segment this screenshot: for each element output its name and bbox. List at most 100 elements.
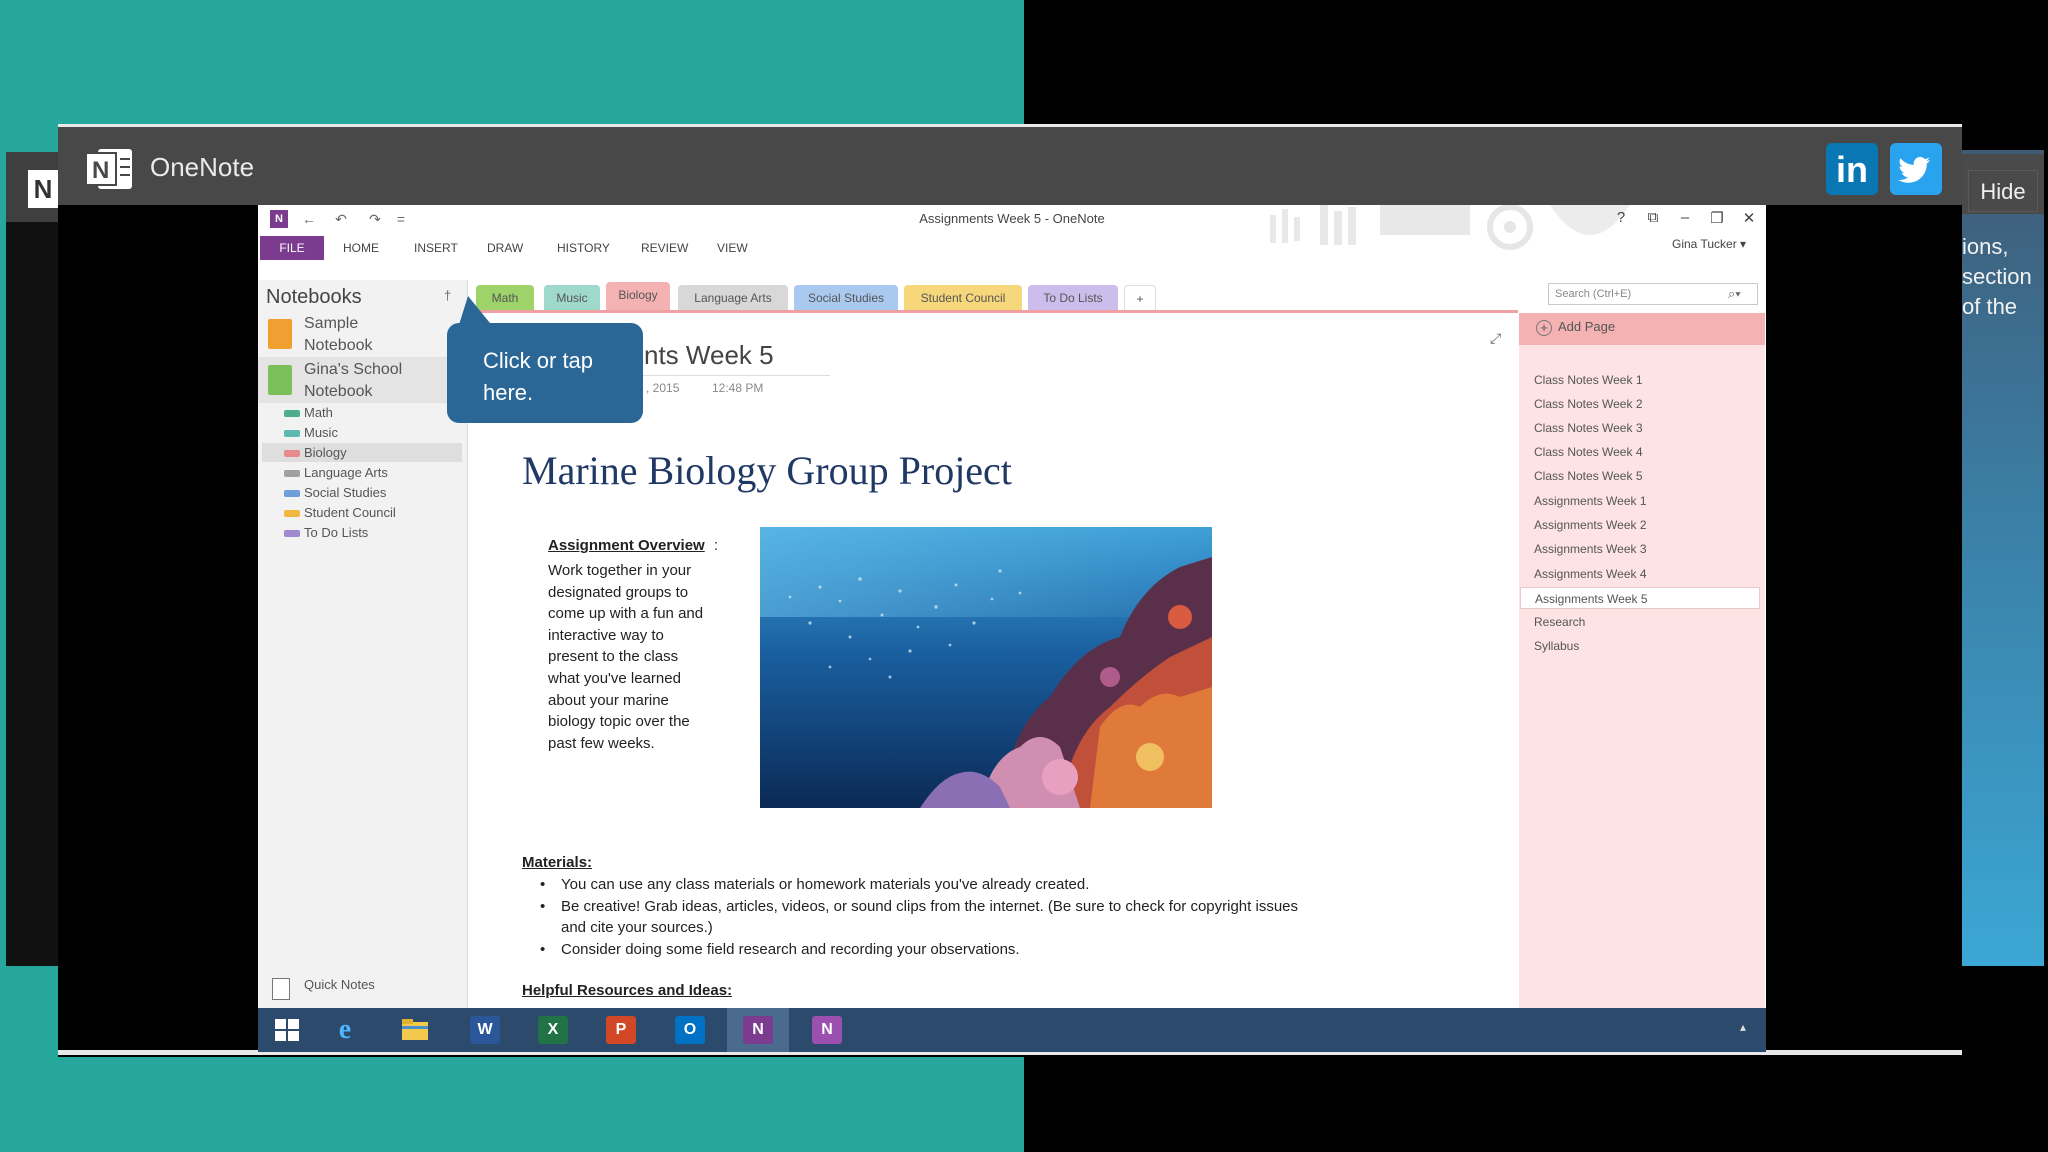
- help-icon[interactable]: ?: [1612, 209, 1630, 226]
- add-page-button[interactable]: Add Page: [1558, 319, 1615, 334]
- section-item-student-council[interactable]: Student Council: [262, 503, 462, 522]
- internet-explorer-icon[interactable]: e: [330, 1016, 360, 1044]
- tab-draw[interactable]: DRAW: [487, 236, 523, 260]
- tab-home[interactable]: HOME: [343, 236, 379, 260]
- section-tab-music[interactable]: Music: [544, 285, 600, 311]
- tab-review[interactable]: REVIEW: [641, 236, 688, 260]
- file-explorer-icon[interactable]: [400, 1016, 430, 1044]
- section-item-math[interactable]: Math: [262, 403, 462, 422]
- redo-icon[interactable]: ↷: [366, 210, 384, 228]
- backdrop-teal-bottom-strip: [0, 966, 58, 1057]
- overview-colon: :: [714, 537, 719, 554]
- section-item-language-arts[interactable]: Language Arts: [262, 463, 462, 482]
- undo-icon[interactable]: ↶: [332, 210, 350, 228]
- section-label: Math: [304, 405, 333, 420]
- notebook-label-line: Notebook: [304, 383, 373, 400]
- section-item-music[interactable]: Music: [262, 423, 462, 442]
- tab-file[interactable]: FILE: [260, 236, 324, 260]
- back-icon[interactable]: ←: [300, 210, 318, 228]
- hide-button[interactable]: Hide: [1968, 170, 2038, 212]
- overview-line: what you've learned: [548, 669, 681, 687]
- powerpoint-icon[interactable]: P: [606, 1016, 636, 1044]
- app-header: [58, 127, 1962, 205]
- twitter-button[interactable]: [1890, 143, 1942, 195]
- section-item-social-studies[interactable]: Social Studies: [262, 483, 462, 502]
- search-input[interactable]: Search (Ctrl+E): [1548, 283, 1758, 305]
- expand-icon[interactable]: ⤢: [1490, 330, 1501, 347]
- overview-line: present to the class: [548, 648, 679, 666]
- add-page-bar[interactable]: [1519, 313, 1765, 345]
- overview-line: about your marine: [548, 691, 669, 709]
- add-section-button[interactable]: +: [1124, 285, 1156, 311]
- page-item[interactable]: Class Notes Week 3: [1534, 417, 1758, 439]
- side-text-line: section: [1962, 264, 2032, 289]
- quick-notes-icon[interactable]: [272, 978, 290, 1000]
- excel-icon[interactable]: X: [538, 1016, 568, 1044]
- page-item-active[interactable]: Assignments Week 5: [1520, 587, 1760, 609]
- tutorial-callout[interactable]: Click or tap here.: [447, 323, 643, 423]
- section-label: Language Arts: [304, 465, 388, 480]
- callout-text-line: Click or tap: [483, 348, 594, 373]
- page-item[interactable]: Assignments Week 1: [1534, 490, 1758, 512]
- backdrop-teal-bottom: [0, 1057, 1024, 1152]
- search-icon[interactable]: ⌕▾: [1728, 286, 1741, 302]
- page-item[interactable]: Class Notes Week 4: [1534, 441, 1758, 463]
- coral-reef-image[interactable]: [760, 527, 1212, 808]
- side-panel-text: ions, section of the: [1962, 232, 2044, 322]
- section-tab-to-do-lists[interactable]: To Do Lists: [1028, 285, 1118, 311]
- restore-icon[interactable]: ❐: [1708, 209, 1726, 227]
- tray-expand-icon[interactable]: ▴: [1740, 1020, 1746, 1034]
- notebook-icon: [268, 365, 292, 395]
- page-title[interactable]: nts Week 5: [644, 340, 774, 371]
- page-item[interactable]: Research: [1534, 611, 1758, 633]
- tab-history[interactable]: HISTORY: [557, 236, 610, 260]
- notebook-item-school[interactable]: Gina's School Notebook: [258, 357, 468, 403]
- section-color-icon: [284, 490, 300, 497]
- notebook-icon: [268, 319, 292, 349]
- page-item[interactable]: Class Notes Week 5: [1534, 465, 1758, 487]
- section-tab-language-arts[interactable]: Language Arts: [678, 285, 788, 311]
- notebooks-heading[interactable]: Notebooks: [266, 286, 362, 309]
- notebook-item-sample[interactable]: Sample Notebook: [258, 311, 468, 357]
- callout-text-line: here.: [483, 380, 534, 405]
- section-label: Social Studies: [304, 485, 387, 500]
- note-heading[interactable]: Marine Biology Group Project: [522, 447, 1012, 494]
- section-tab-student-council[interactable]: Student Council: [904, 285, 1022, 311]
- overview-heading: Assignment Overview: [548, 537, 705, 554]
- linkedin-button[interactable]: in: [1826, 143, 1878, 195]
- background-onenote-logo-icon: N: [28, 170, 58, 208]
- app-title: OneNote: [150, 152, 255, 182]
- page-item[interactable]: Class Notes Week 1: [1534, 369, 1758, 391]
- section-item-biology[interactable]: Biology: [262, 443, 462, 462]
- section-label: Student Council: [304, 505, 396, 520]
- page-item[interactable]: Assignments Week 4: [1534, 563, 1758, 585]
- overview-text[interactable]: Work together in your designated groups …: [548, 560, 728, 754]
- customize-quick-access-icon[interactable]: =: [392, 210, 410, 228]
- onenote-taskbar-icon[interactable]: N: [743, 1016, 773, 1044]
- windows-start-icon[interactable]: [272, 1016, 302, 1044]
- ribbon-display-icon[interactable]: ⧉: [1644, 209, 1662, 226]
- page-item[interactable]: Assignments Week 2: [1534, 514, 1758, 536]
- notebook-label-line: Gina's School: [304, 361, 403, 378]
- onenote-clipper-icon[interactable]: N: [812, 1016, 842, 1044]
- outlook-icon[interactable]: O: [675, 1016, 705, 1044]
- minimize-icon[interactable]: –: [1676, 209, 1694, 226]
- twitter-bird-icon: [1898, 157, 1930, 183]
- quick-notes-link[interactable]: Quick Notes: [304, 977, 375, 992]
- section-tab-social-studies[interactable]: Social Studies: [794, 285, 898, 311]
- close-icon[interactable]: ✕: [1740, 209, 1758, 227]
- list-item: Be creative! Grab ideas, articles, video…: [540, 896, 1320, 939]
- page-item[interactable]: Class Notes Week 2: [1534, 393, 1758, 415]
- word-icon[interactable]: W: [470, 1016, 500, 1044]
- section-item-to-do-lists[interactable]: To Do Lists: [262, 523, 462, 542]
- materials-list[interactable]: You can use any class materials or homew…: [540, 874, 1320, 960]
- notebook-label: Gina's School Notebook: [304, 359, 454, 403]
- overview-line: designated groups to: [548, 583, 689, 601]
- page-item[interactable]: Syllabus: [1534, 635, 1758, 657]
- pin-icon[interactable]: †: [444, 288, 451, 303]
- section-tab-biology[interactable]: Biology: [606, 282, 670, 313]
- tab-view[interactable]: VIEW: [717, 236, 748, 260]
- page-item[interactable]: Assignments Week 3: [1534, 538, 1758, 560]
- add-page-icon[interactable]: +: [1536, 320, 1552, 336]
- tab-insert[interactable]: INSERT: [414, 236, 458, 260]
